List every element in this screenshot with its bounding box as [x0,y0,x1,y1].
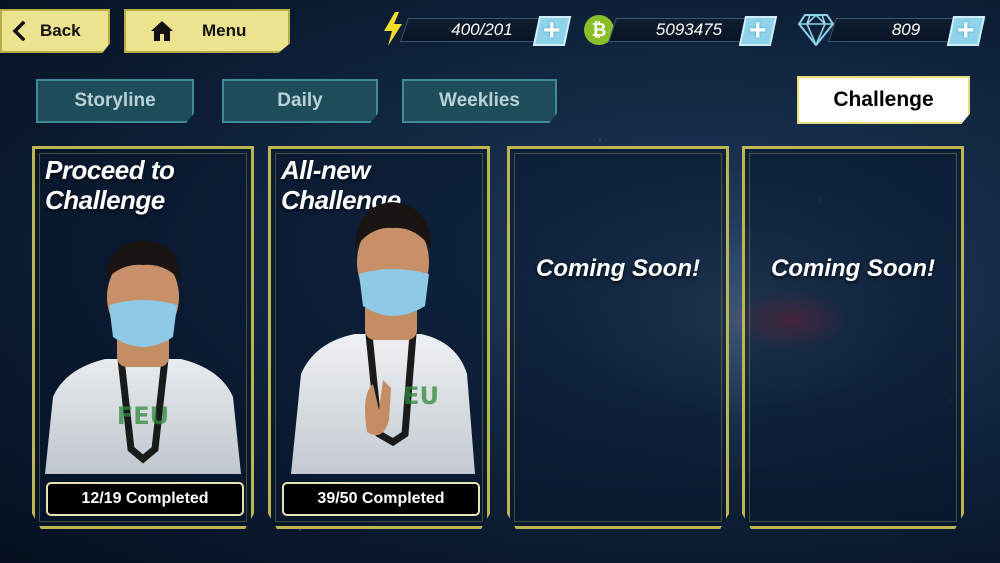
back-button[interactable]: Back [0,9,110,53]
home-icon [151,21,173,41]
chevron-left-icon [12,21,26,41]
card-title: Proceed to Challenge [45,155,175,215]
add-energy-button[interactable]: + [532,14,572,47]
energy-counter: 400/201 + [382,12,572,47]
tab-challenge[interactable]: Challenge [797,76,970,124]
challenge-card-coming-soon: Coming Soon! [742,146,964,529]
coins-counter: ₿ 5093475 + [584,14,778,47]
gems-counter: 809 + [798,14,988,47]
svg-text:EU: EU [403,382,439,410]
challenge-card-proceed[interactable]: Proceed to Challenge FEU 12/19 Completed [32,146,254,529]
progress-label: 12/19 Completed [46,482,244,516]
menu-button[interactable]: Menu [124,9,290,53]
add-gems-button[interactable]: + [946,14,986,47]
menu-label: Menu [202,21,247,40]
coming-soon-label: Coming Soon! [536,255,700,282]
add-coins-button[interactable]: + [738,14,778,47]
svg-text:FEU: FEU [117,402,169,430]
player-photo: EU [291,202,475,474]
player-photo: FEU [45,241,241,474]
challenge-card-all-new[interactable]: All-new Challenge EU 39/50 Completed [268,146,490,529]
progress-label: 39/50 Completed [282,482,480,516]
back-label: Back [40,21,81,40]
challenge-card-coming-soon: Coming Soon! [507,146,729,529]
tab-storyline[interactable]: Storyline [36,79,194,123]
tab-weeklies[interactable]: Weeklies [402,79,557,123]
coming-soon-label: Coming Soon! [771,255,935,282]
svg-text:₿: ₿ [592,20,607,41]
tab-daily[interactable]: Daily [222,79,378,123]
